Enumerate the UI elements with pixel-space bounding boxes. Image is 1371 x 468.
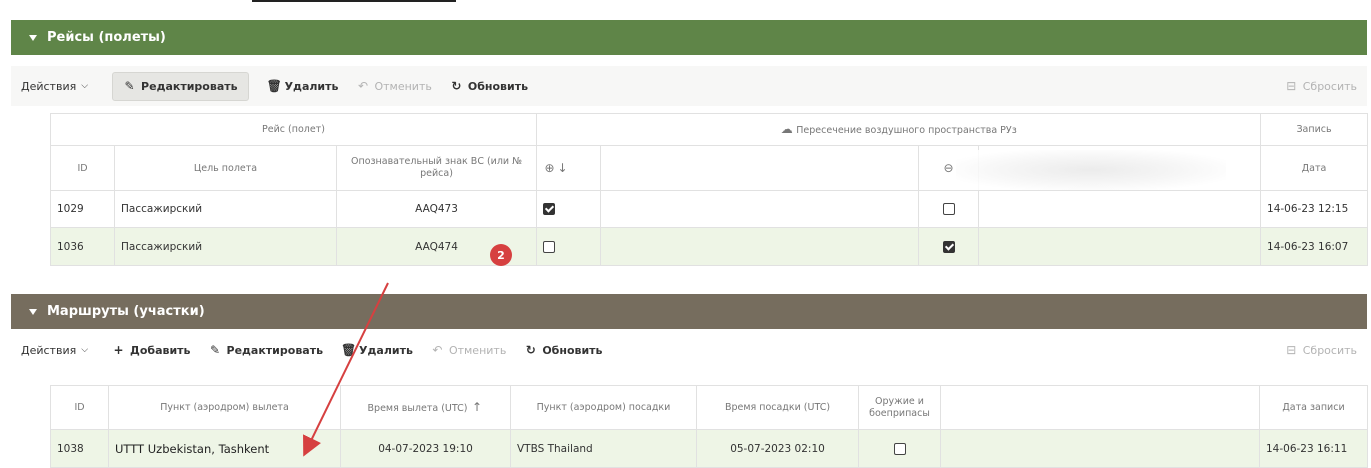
annotation-arrow-line bbox=[303, 282, 389, 457]
annotation-arrow bbox=[303, 282, 389, 457]
